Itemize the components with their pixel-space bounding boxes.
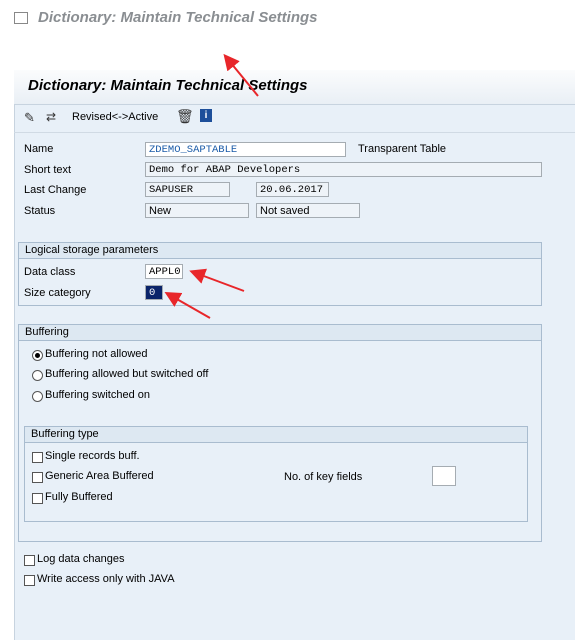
annotation-arrows xyxy=(164,53,259,319)
arrow-to-save xyxy=(223,53,259,97)
arrow-to-size-category xyxy=(164,292,211,319)
arrow-to-data-class xyxy=(189,268,245,292)
